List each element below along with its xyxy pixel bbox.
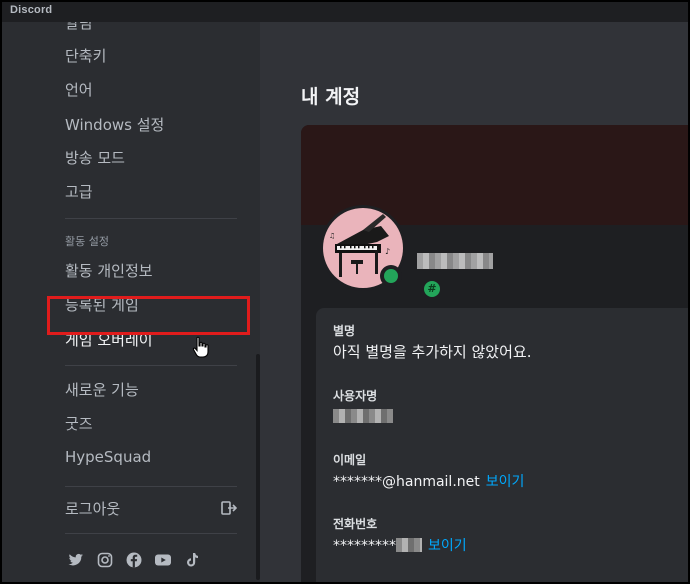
activity-settings-header: 활동 설정	[65, 235, 109, 248]
sidebar-item-windows-settings[interactable]: Windows 설정	[65, 114, 164, 135]
sidebar-item-streamer-mode[interactable]: 방송 모드	[65, 147, 125, 168]
display-name-value: 아직 별명을 추가하지 않았어요.	[333, 343, 532, 361]
profile-username-redacted	[417, 253, 493, 269]
sidebar-item-merch[interactable]: 굿즈	[65, 413, 93, 434]
main-content: 내 계정 ♪ ♫ # 별명 아직 별명을 추가하지 않았어요. 사용자명 이메일…	[260, 22, 690, 582]
sidebar-divider	[65, 218, 237, 219]
account-info-panel: 별명 아직 별명을 추가하지 않았어요. 사용자명 이메일 *******@ha…	[316, 308, 690, 582]
settings-sidebar: 알림 단축키 언어 Windows 설정 방송 모드 고급 활동 설정 활동 개…	[2, 22, 260, 582]
page-title: 내 계정	[301, 86, 361, 108]
instagram-icon[interactable]	[96, 551, 114, 569]
username-value-redacted	[333, 407, 393, 425]
social-links	[67, 551, 201, 569]
email-value: *******@hanmail.net	[333, 474, 480, 490]
twitter-icon[interactable]	[67, 551, 85, 569]
sidebar-item-whats-new[interactable]: 새로운 기능	[65, 379, 139, 400]
email-label: 이메일	[333, 453, 367, 467]
app-title: Discord	[10, 4, 53, 16]
sidebar-item-logout[interactable]: 로그아웃	[65, 498, 120, 519]
phone-label: 전화번호	[333, 517, 378, 531]
sidebar-item-hypesquad[interactable]: HypeSquad	[65, 448, 151, 466]
youtube-icon[interactable]	[154, 551, 172, 569]
phone-redacted	[396, 538, 422, 552]
avatar[interactable]: ♪ ♫	[320, 205, 406, 291]
title-bar: Discord	[0, 0, 690, 22]
phone-value: *********	[333, 538, 396, 554]
sidebar-item-activity-privacy[interactable]: 활동 개인정보	[65, 260, 153, 281]
phone-reveal-link[interactable]: 보이기	[428, 538, 467, 554]
facebook-icon[interactable]	[125, 551, 143, 569]
display-name-label: 별명	[333, 324, 356, 338]
sidebar-divider	[65, 486, 237, 487]
hashtag-icon[interactable]: #	[424, 281, 440, 297]
email-reveal-link[interactable]: 보이기	[486, 474, 525, 490]
online-status-icon	[380, 265, 402, 287]
svg-text:♫: ♫	[329, 232, 335, 240]
sidebar-item-keybinds[interactable]: 단축키	[65, 45, 106, 66]
sidebar-item-language[interactable]: 언어	[65, 79, 93, 100]
highlight-box	[47, 296, 250, 335]
tiktok-icon[interactable]	[183, 551, 201, 569]
sidebar-item-advanced[interactable]: 고급	[65, 181, 93, 202]
account-card: ♪ ♫ # 별명 아직 별명을 추가하지 않았어요. 사용자명 이메일 ****…	[301, 125, 690, 582]
sidebar-item-notifications[interactable]: 알림	[65, 22, 93, 33]
email-row: *******@hanmail.net 보이기	[333, 471, 524, 491]
username-label: 사용자명	[333, 389, 378, 403]
sidebar-divider	[65, 533, 237, 534]
svg-text:♪: ♪	[385, 247, 390, 256]
logout-icon[interactable]	[221, 500, 237, 516]
phone-row: ********* 보이기	[333, 535, 467, 555]
hand-cursor-icon	[192, 336, 209, 358]
sidebar-divider	[65, 365, 237, 366]
